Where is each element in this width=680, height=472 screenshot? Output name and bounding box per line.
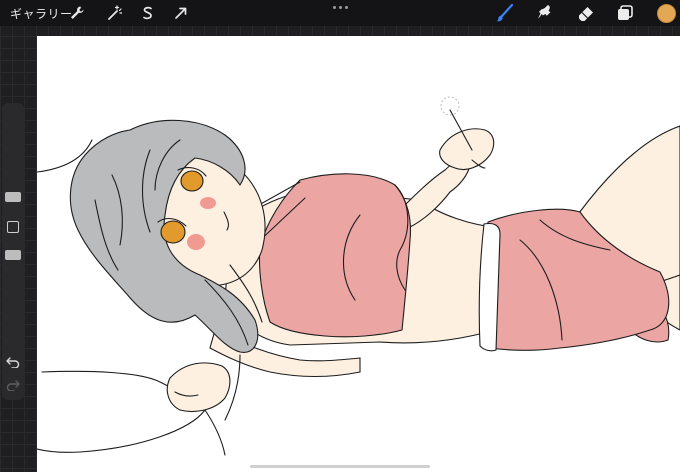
brush-icon[interactable] xyxy=(494,2,516,24)
brush-size-slider[interactable] xyxy=(5,192,21,202)
gallery-button[interactable]: ギャラリー xyxy=(10,5,73,22)
left-sidebar xyxy=(2,103,24,400)
undo-icon[interactable] xyxy=(5,355,21,369)
brush-opacity-slider[interactable] xyxy=(5,250,21,260)
transform-icon[interactable] xyxy=(171,3,191,23)
drawing-canvas[interactable]: .ln { stroke: #1d1d1d; stroke-width: 1.1… xyxy=(37,36,680,472)
wrench-icon[interactable] xyxy=(67,3,87,23)
color-picker-swatch[interactable] xyxy=(657,4,676,23)
top-toolbar: ギャラリー xyxy=(0,0,680,26)
illustration-artwork: .ln { stroke: #1d1d1d; stroke-width: 1.1… xyxy=(37,96,680,456)
eraser-icon[interactable] xyxy=(575,2,597,24)
smudge-icon[interactable] xyxy=(535,2,557,24)
magic-wand-icon[interactable] xyxy=(104,3,124,23)
layers-icon[interactable] xyxy=(614,2,636,24)
selection-icon[interactable] xyxy=(138,3,158,23)
redo-icon[interactable] xyxy=(5,378,21,392)
home-indicator xyxy=(250,465,430,468)
more-dots-icon[interactable] xyxy=(331,3,349,11)
modify-square-button[interactable] xyxy=(7,221,19,233)
